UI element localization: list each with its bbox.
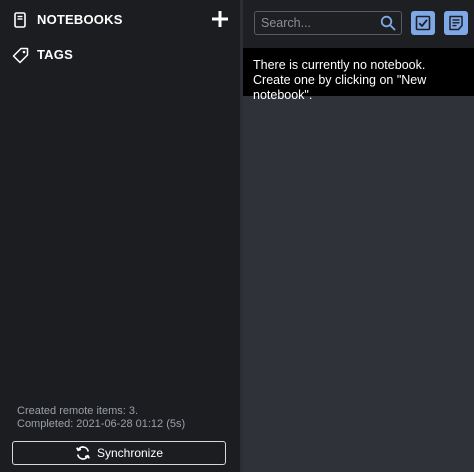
note-list-toolbar xyxy=(243,0,474,48)
sync-status-line: Created remote items: 3. xyxy=(17,405,139,417)
new-note-icon xyxy=(449,15,463,31)
sidebar: NOTEBOOKS TAGS Created remote items: 3. … xyxy=(0,0,240,472)
sidebar-item-label: TAGS xyxy=(37,47,73,62)
add-notebook-button[interactable] xyxy=(209,8,231,30)
sync-status-line: Completed: 2021-06-28 01:12 (5s) xyxy=(17,418,186,430)
tag-icon xyxy=(11,46,29,64)
sidebar-item-label: NOTEBOOKS xyxy=(37,12,123,27)
synchronize-label: Synchronize xyxy=(96,446,164,460)
sidebar-item-notebooks[interactable]: NOTEBOOKS xyxy=(0,5,240,35)
new-todo-button[interactable] xyxy=(411,11,435,35)
app-window: NOTEBOOKS TAGS Created remote items: 3. … xyxy=(0,0,474,472)
new-todo-icon xyxy=(415,15,431,31)
sidebar-item-tags[interactable]: TAGS xyxy=(0,40,240,70)
synchronize-button[interactable]: Synchronize xyxy=(12,441,226,465)
sync-icon xyxy=(76,446,90,460)
note-list-panel: There is currently no notebook. Create o… xyxy=(243,0,474,472)
search-box[interactable] xyxy=(254,11,402,35)
search-icon[interactable] xyxy=(380,15,396,31)
sync-status: Created remote items: 3. Completed: 2021… xyxy=(17,405,185,431)
new-note-button[interactable] xyxy=(444,11,468,35)
notebook-icon xyxy=(11,11,29,29)
plus-icon xyxy=(212,11,228,27)
search-input[interactable] xyxy=(261,14,371,32)
empty-notebook-message: There is currently no notebook. Create o… xyxy=(243,48,474,102)
